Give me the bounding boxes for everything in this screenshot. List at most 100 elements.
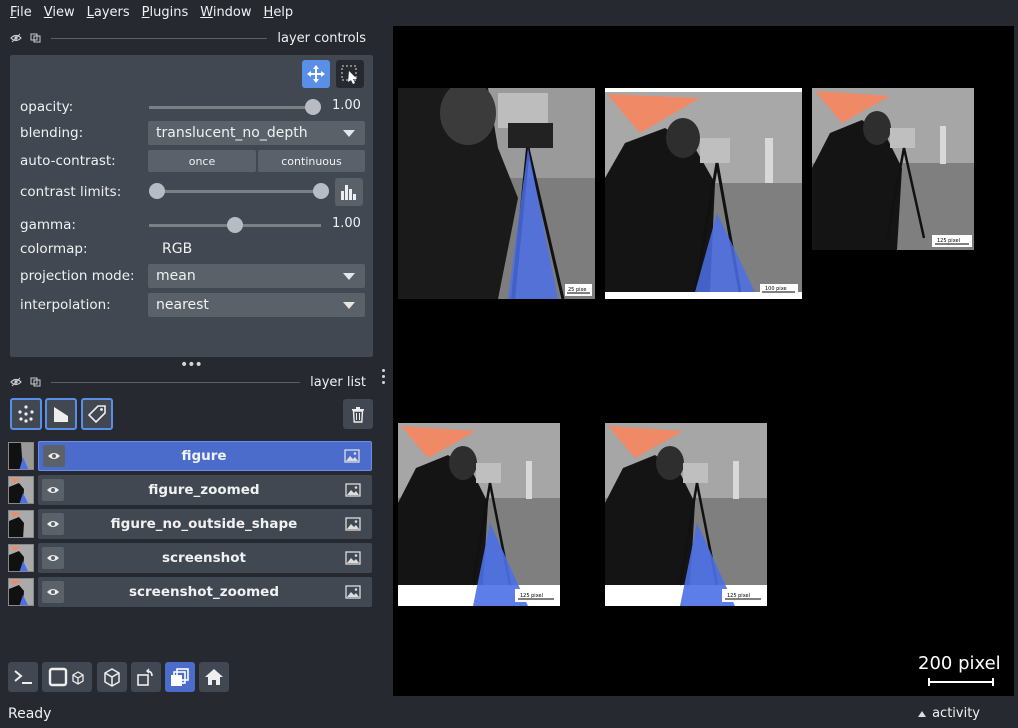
delete-layer-button[interactable]: [343, 399, 373, 429]
contrast-limits-low-handle[interactable]: [149, 183, 165, 199]
splitter-handle-vertical[interactable]: [382, 369, 386, 387]
menu-file-mnemonic: F: [10, 4, 17, 20]
menu-file[interactable]: File: [4, 5, 38, 20]
histogram-button[interactable]: [335, 178, 363, 206]
layer-thumbnail: [8, 578, 34, 606]
auto-contrast-continuous-button[interactable]: continuous: [258, 150, 365, 172]
float-panel-icon[interactable]: [30, 33, 41, 43]
image-layer-icon: [345, 551, 361, 565]
layer-item-body[interactable]: screenshot: [38, 543, 372, 573]
auto-contrast-once-button[interactable]: once: [148, 150, 256, 172]
blending-dropdown[interactable]: translucent_no_depth: [148, 121, 365, 145]
menu-window-mnemonic: W: [200, 4, 213, 20]
toggle-ndisplay-button[interactable]: [42, 662, 92, 692]
contrast-limits-label: contrast limits:: [20, 184, 122, 200]
visibility-toggle[interactable]: [43, 445, 65, 467]
move-arrows-icon: [307, 65, 325, 83]
console-button[interactable]: [8, 662, 38, 692]
chevron-up-icon: [918, 710, 927, 717]
layer-row[interactable]: figure_zoomed: [8, 475, 372, 505]
roll-dimensions-button[interactable]: [97, 662, 127, 692]
menu-help[interactable]: Help: [258, 5, 300, 20]
transform-button[interactable]: [336, 60, 364, 88]
layer-row[interactable]: screenshot_zoomed: [8, 577, 372, 607]
layer-name: figure: [181, 448, 227, 464]
menu-plugins[interactable]: Plugins: [136, 5, 195, 20]
pan-zoom-button[interactable]: [302, 60, 330, 88]
colormap-label: colormap:: [20, 241, 88, 257]
layer-row[interactable]: screenshot: [8, 543, 372, 573]
canvas-image-screenshot: 125 pixel: [398, 423, 560, 606]
blending-label: blending:: [20, 125, 84, 141]
layer-item-body[interactable]: figure_no_outside_shape: [38, 509, 372, 539]
colormap-row: colormap: RGB: [20, 237, 365, 261]
float-eye-icon[interactable]: [10, 33, 22, 43]
layer-item-body[interactable]: figure_zoomed: [38, 475, 372, 505]
canvas-image-figure-zoomed: 100 pixe: [605, 88, 802, 299]
cameraman-photo-1: 25 pixe: [398, 88, 595, 299]
cameraman-photo-4: 125 pixel: [398, 423, 560, 606]
opacity-handle[interactable]: [305, 99, 321, 115]
shapes-icon: [54, 407, 68, 422]
new-shapes-layer-button[interactable]: [45, 398, 77, 430]
menu-bar: File View Layers Plugins Window Help: [0, 0, 1018, 24]
header-divider: [51, 37, 268, 39]
colormap-value: RGB: [162, 241, 193, 257]
image-layer-icon: [345, 483, 361, 497]
auto-contrast-label: auto-contrast:: [20, 153, 116, 169]
layer-thumbnail: [8, 544, 34, 572]
gamma-handle[interactable]: [227, 217, 243, 233]
opacity-slider[interactable]: [149, 95, 321, 119]
float-eye-icon[interactable]: [10, 377, 22, 387]
menu-layers[interactable]: Layers: [81, 5, 136, 20]
eye-icon: [47, 589, 59, 595]
cameraman-photo-5: 125 pixel: [605, 423, 767, 606]
visibility-toggle[interactable]: [42, 479, 64, 501]
layer-item-body[interactable]: figure: [38, 441, 372, 471]
layer-thumbnail: [8, 442, 34, 470]
visibility-toggle[interactable]: [42, 513, 64, 535]
transpose-button[interactable]: [131, 662, 161, 692]
blending-value: translucent_no_depth: [156, 125, 308, 141]
visibility-toggle[interactable]: [42, 581, 64, 603]
image-layer-icon: [344, 449, 360, 463]
contrast-limits-high-handle[interactable]: [313, 183, 329, 199]
menu-layers-label: ayers: [93, 4, 130, 20]
menu-file-label: ile: [16, 4, 32, 20]
layer-thumbnail: [8, 510, 34, 538]
transform-select-icon: [341, 65, 357, 84]
visibility-toggle[interactable]: [42, 547, 64, 569]
interpolation-dropdown[interactable]: nearest: [148, 293, 365, 317]
cameraman-photo-3: 125 pixel: [812, 88, 974, 250]
new-points-layer-button[interactable]: [10, 398, 42, 430]
screenshot-zoomed-scale-label: 125 pixel: [727, 593, 750, 599]
menu-window-label: indow: [212, 4, 252, 20]
float-panel-icon[interactable]: [30, 377, 41, 387]
scalebar-line: [928, 678, 994, 686]
home-icon: [205, 669, 223, 685]
menu-window[interactable]: Window: [194, 5, 257, 20]
activity-button[interactable]: activity: [918, 706, 980, 721]
grid-view-button[interactable]: [165, 662, 195, 692]
image-layer-icon: [345, 585, 361, 599]
layer-item-body[interactable]: screenshot_zoomed: [38, 577, 372, 607]
viewer-canvas[interactable]: 25 pixe 100 pixe 125 pixel 125 pixel 125…: [393, 26, 1014, 696]
contrast-limits-slider[interactable]: [149, 179, 329, 203]
menu-view[interactable]: View: [38, 5, 81, 20]
screenshot-scale-label: 125 pixel: [520, 593, 543, 599]
gamma-slider[interactable]: [149, 213, 321, 237]
figure-zoomed-scale-label: 100 pixe: [765, 286, 787, 292]
gamma-label: gamma:: [20, 217, 76, 233]
layer-list-title: layer list: [310, 374, 366, 390]
activity-label: activity: [932, 706, 980, 721]
chevron-down-icon: [343, 302, 355, 309]
new-labels-layer-button[interactable]: [81, 398, 113, 430]
layer-row[interactable]: figure: [8, 441, 372, 471]
label-tag-icon: [87, 405, 106, 424]
projection-mode-dropdown[interactable]: mean: [148, 264, 365, 288]
layer-row[interactable]: figure_no_outside_shape: [8, 509, 372, 539]
menu-help-label: elp: [273, 4, 294, 20]
eye-icon: [47, 521, 59, 527]
eye-icon: [47, 555, 59, 561]
home-button[interactable]: [199, 662, 229, 692]
